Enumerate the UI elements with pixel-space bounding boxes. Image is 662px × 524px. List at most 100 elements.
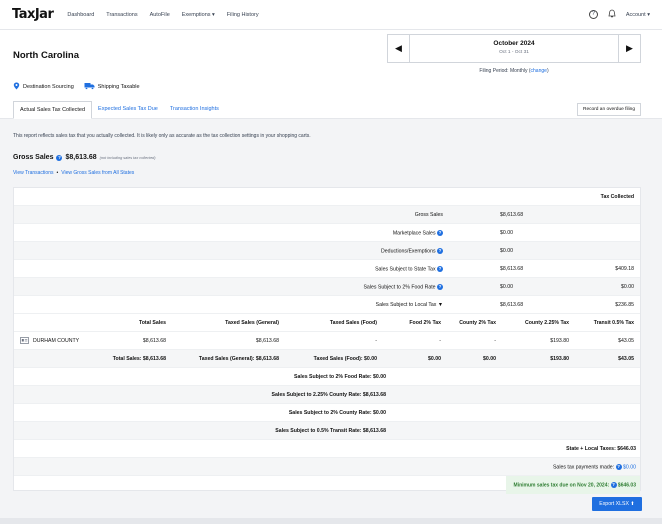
summary-amount: $0.00 [500,230,513,236]
summary-tax: $236.85 [615,302,634,308]
tab-expected-sales-tax[interactable]: Expected Sales Tax Due [92,101,164,119]
table-row: Sales Subject to Local Tax ▼ $8,613.68 $… [14,296,640,314]
horizontal-scrollbar[interactable] [0,518,662,524]
local-tax-toggle[interactable]: Sales Subject to Local Tax ▼ [376,302,443,308]
county-taxed-food: - [375,338,377,344]
summary-label: Deductions/Exemptions ? [381,248,443,255]
summary-label: Sales Subject to 2% Food Rate ? [363,284,443,291]
taxjar-logo[interactable]: TaxJar [12,7,54,22]
tab-actual-sales-tax[interactable]: Actual Sales Tax Collected [13,101,93,119]
location-pin-icon [13,82,20,92]
county-taxed-general: $8,613.68 [255,338,279,344]
total-county-225: $193.80 [550,356,569,362]
totals-row: Total Sales: $8,613.68 Taxed Sales (Gene… [14,350,640,368]
county-transit: $43.05 [618,338,634,344]
total-taxed-food: Taxed Sales (Food): $0.00 [313,356,377,362]
help-circle-icon[interactable]: ? [615,464,622,470]
gross-sales-links: View Transactions • View Gross Sales from … [13,170,134,176]
period-month: October 2024 [493,40,535,47]
filing-period: Filing Period: Monthly (change) [387,68,641,74]
help-circle-icon[interactable]: ? [437,230,443,236]
col-transit: Transit 0.5% Tax [593,320,634,326]
caret-down-icon[interactable]: ▼ [438,302,443,308]
col-food-tax: Food 2% Tax [409,320,441,326]
page-title: North Carolina [13,50,79,61]
summary-amount: $0.00 [500,284,513,290]
gross-sales-label: Gross Sales [13,154,54,161]
page-header: North Carolina ◀ October 2024 Oct 1 - Oc… [0,30,662,119]
summary-label: Marketplace Sales ? [392,230,443,237]
table-row: Gross Sales $8,613.68 [14,206,640,224]
total-sales: Total Sales: $8,613.68 [112,356,166,362]
col-county-225: County 2.25% Tax [524,320,569,326]
table-row: DURHAM COUNTY $8,613.68 $8,613.68 - - - … [14,332,640,350]
tax-collected-header: Tax Collected [600,194,634,200]
subject-row: Sales Subject to 2% County Rate: $0.00 [14,404,640,422]
filing-period-label: Filing Period: Monthly ( [479,68,531,74]
table-row: Marketplace Sales ? $0.00 [14,224,640,242]
table-row: Sales Subject to State Tax ? $8,613.68 $… [14,260,640,278]
link-separator: • [56,170,59,176]
county-icon [20,337,29,346]
bell-icon[interactable] [608,9,616,20]
total-transit: $43.05 [618,356,634,362]
col-taxed-general: Taxed Sales (General) [225,320,279,326]
gross-sales-note: (not including sales tax collected) [99,156,156,160]
next-period-button[interactable]: ▶ [618,35,640,62]
county-name: DURHAM COUNTY [33,338,80,344]
period-range: Oct 1 - Oct 31 [499,50,529,55]
nav-transactions[interactable]: Transactions [106,12,137,18]
export-xlsx-button[interactable]: Export XLSX ⬆ [592,497,642,511]
subject-row: Sales Subject to 2% Food Rate: $0.00 [14,368,640,386]
tax-collected-header-row: Tax Collected [14,188,640,206]
total-taxed-general: Taxed Sales (General): $8,613.68 [198,356,279,362]
help-icon[interactable]: ? [588,10,598,19]
payments-value-link[interactable]: $0.00 [623,464,636,470]
col-county-2: County 2% Tax [459,320,496,326]
report-tabs: Actual Sales Tax Collected Expected Sale… [13,101,225,119]
subject-transit: Sales Subject to 0.5% Transit Rate: $8,6… [275,428,386,434]
col-taxed-food: Taxed Sales (Food) [329,320,377,326]
report-table: Tax Collected Gross Sales $8,613.68 Mark… [13,187,641,494]
subject-county-225: Sales Subject to 2.25% County Rate: $8,6… [271,392,386,398]
help-circle-icon[interactable]: ? [56,155,63,161]
summary-amount: $0.00 [500,248,513,254]
summary-amount: $8,613.68 [500,212,524,218]
county-total-sales: $8,613.68 [142,338,166,344]
record-overdue-button[interactable]: Record an overdue filing [577,103,641,116]
nav-filing-history[interactable]: Filing History [227,12,259,18]
shipping-taxable-tag: Shipping Taxable [84,82,140,92]
prev-period-button[interactable]: ◀ [388,35,410,62]
tab-transaction-insights[interactable]: Transaction Insights [164,101,225,119]
truck-icon [84,82,95,92]
view-transactions-link[interactable]: View Transactions [13,170,53,176]
nav-dashboard[interactable]: Dashboard [67,12,94,18]
account-menu[interactable]: Account ▾ [626,12,650,18]
subject-row: Sales Subject to 2.25% County Rate: $8,6… [14,386,640,404]
summary-tax: $0.00 [621,284,634,290]
total-food-tax: $0.00 [428,356,441,362]
subject-row: Sales Subject to 0.5% Transit Rate: $8,6… [14,422,640,440]
shipping-taxable-label: Shipping Taxable [97,84,140,90]
view-all-states-link[interactable]: View Gross Sales from All States [61,170,134,176]
gross-sales-heading: Gross Sales ? $8,613.68 (not including s… [13,154,156,161]
help-circle-icon[interactable]: ? [437,266,443,272]
local-header-row: Total Sales Taxed Sales (General) Taxed … [14,314,640,332]
summary-label: Sales Subject to State Tax ? [375,266,443,273]
payments-made: Sales tax payments made: ? $0.00 [552,464,636,471]
table-row: Deductions/Exemptions ? $0.00 [14,242,640,260]
help-circle-icon[interactable]: ? [610,482,617,488]
nav-exemptions[interactable]: Exemptions ▾ [182,12,215,18]
help-circle-icon[interactable]: ? [437,284,443,290]
gross-sales-value: $8,613.68 [65,154,97,161]
minimum-due-badge: Minimum sales tax due on Nov 20, 2024: ?… [505,476,640,494]
period-display: October 2024 Oct 1 - Oct 31 [410,35,618,62]
help-circle-icon[interactable]: ? [437,248,443,254]
total-county-2: $0.00 [483,356,496,362]
nexus-tags: Destination Sourcing Shipping Taxable [13,82,140,92]
minimum-due-row: Minimum sales tax due on Nov 20, 2024: ?… [14,476,640,494]
summary-tax: $409.18 [615,266,634,272]
change-filing-link[interactable]: change [531,68,547,74]
state-local-total: State + Local Taxes: $646.03 [566,446,636,452]
nav-autofile[interactable]: AutoFile [150,12,170,18]
